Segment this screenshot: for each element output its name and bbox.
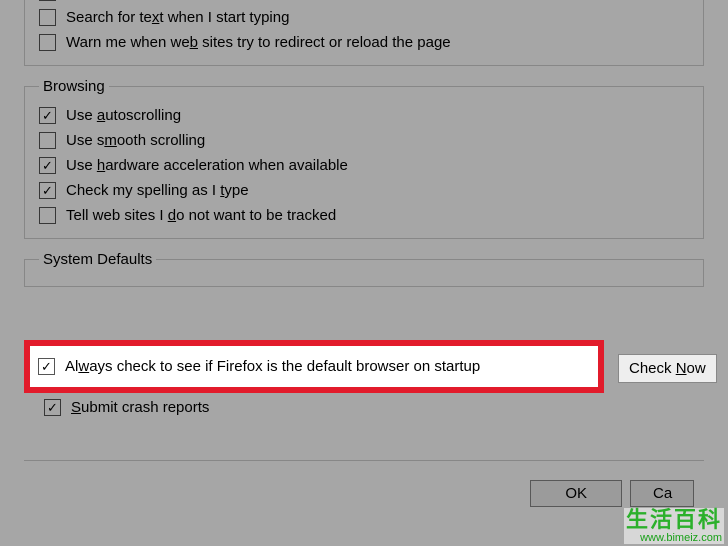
checkbox[interactable] xyxy=(39,207,56,224)
checkbox[interactable] xyxy=(39,9,56,26)
check-now-button[interactable]: Check Now xyxy=(618,354,717,383)
label: Always use the cursor keys to navigate w… xyxy=(66,0,413,1)
label: Use smooth scrolling xyxy=(66,132,205,149)
general-group: Always use the cursor keys to navigate w… xyxy=(24,0,704,66)
label: Always check to see if Firefox is the de… xyxy=(65,358,480,375)
label: Search for text when I start typing xyxy=(66,9,289,26)
label: Tell web sites I do not want to be track… xyxy=(66,207,336,224)
browsing-group: Browsing Use autoscrolling Use smooth sc… xyxy=(24,78,704,239)
option-autoscroll[interactable]: Use autoscrolling xyxy=(39,103,689,128)
checkbox[interactable] xyxy=(38,358,55,375)
option-submit-crash[interactable]: Submit crash reports xyxy=(44,399,209,416)
label: Use hardware acceleration when available xyxy=(66,157,348,174)
option-hw-accel[interactable]: Use hardware acceleration when available xyxy=(39,153,689,178)
label: Check my spelling as I type xyxy=(66,182,249,199)
checkbox[interactable] xyxy=(39,132,56,149)
watermark: 生活百科 www.bimeiz.com xyxy=(624,508,724,544)
option-dnt[interactable]: Tell web sites I do not want to be track… xyxy=(39,203,689,228)
option-warn-redirect[interactable]: Warn me when web sites try to redirect o… xyxy=(39,30,689,55)
option-search-text[interactable]: Search for text when I start typing xyxy=(39,5,689,30)
checkbox[interactable] xyxy=(39,157,56,174)
option-always-check-default[interactable]: Always check to see if Firefox is the de… xyxy=(38,356,590,377)
checkbox[interactable] xyxy=(39,0,56,1)
checkbox[interactable] xyxy=(39,34,56,51)
browsing-legend: Browsing xyxy=(39,78,109,95)
checkbox[interactable] xyxy=(39,182,56,199)
dialog-buttons: OK Ca xyxy=(522,480,694,507)
divider xyxy=(24,460,704,461)
system-defaults-legend: System Defaults xyxy=(39,251,156,268)
option-spellcheck[interactable]: Check my spelling as I type xyxy=(39,178,689,203)
label: Warn me when web sites try to redirect o… xyxy=(66,34,451,51)
system-defaults-group: System Defaults xyxy=(24,251,704,287)
checkbox[interactable] xyxy=(44,399,61,416)
highlight-box: Always check to see if Firefox is the de… xyxy=(24,340,604,393)
label: Use autoscrolling xyxy=(66,107,181,124)
cancel-button[interactable]: Ca xyxy=(630,480,694,507)
checkbox[interactable] xyxy=(39,107,56,124)
option-smooth-scroll[interactable]: Use smooth scrolling xyxy=(39,128,689,153)
ok-button[interactable]: OK xyxy=(530,480,622,507)
label: Submit crash reports xyxy=(71,399,209,416)
